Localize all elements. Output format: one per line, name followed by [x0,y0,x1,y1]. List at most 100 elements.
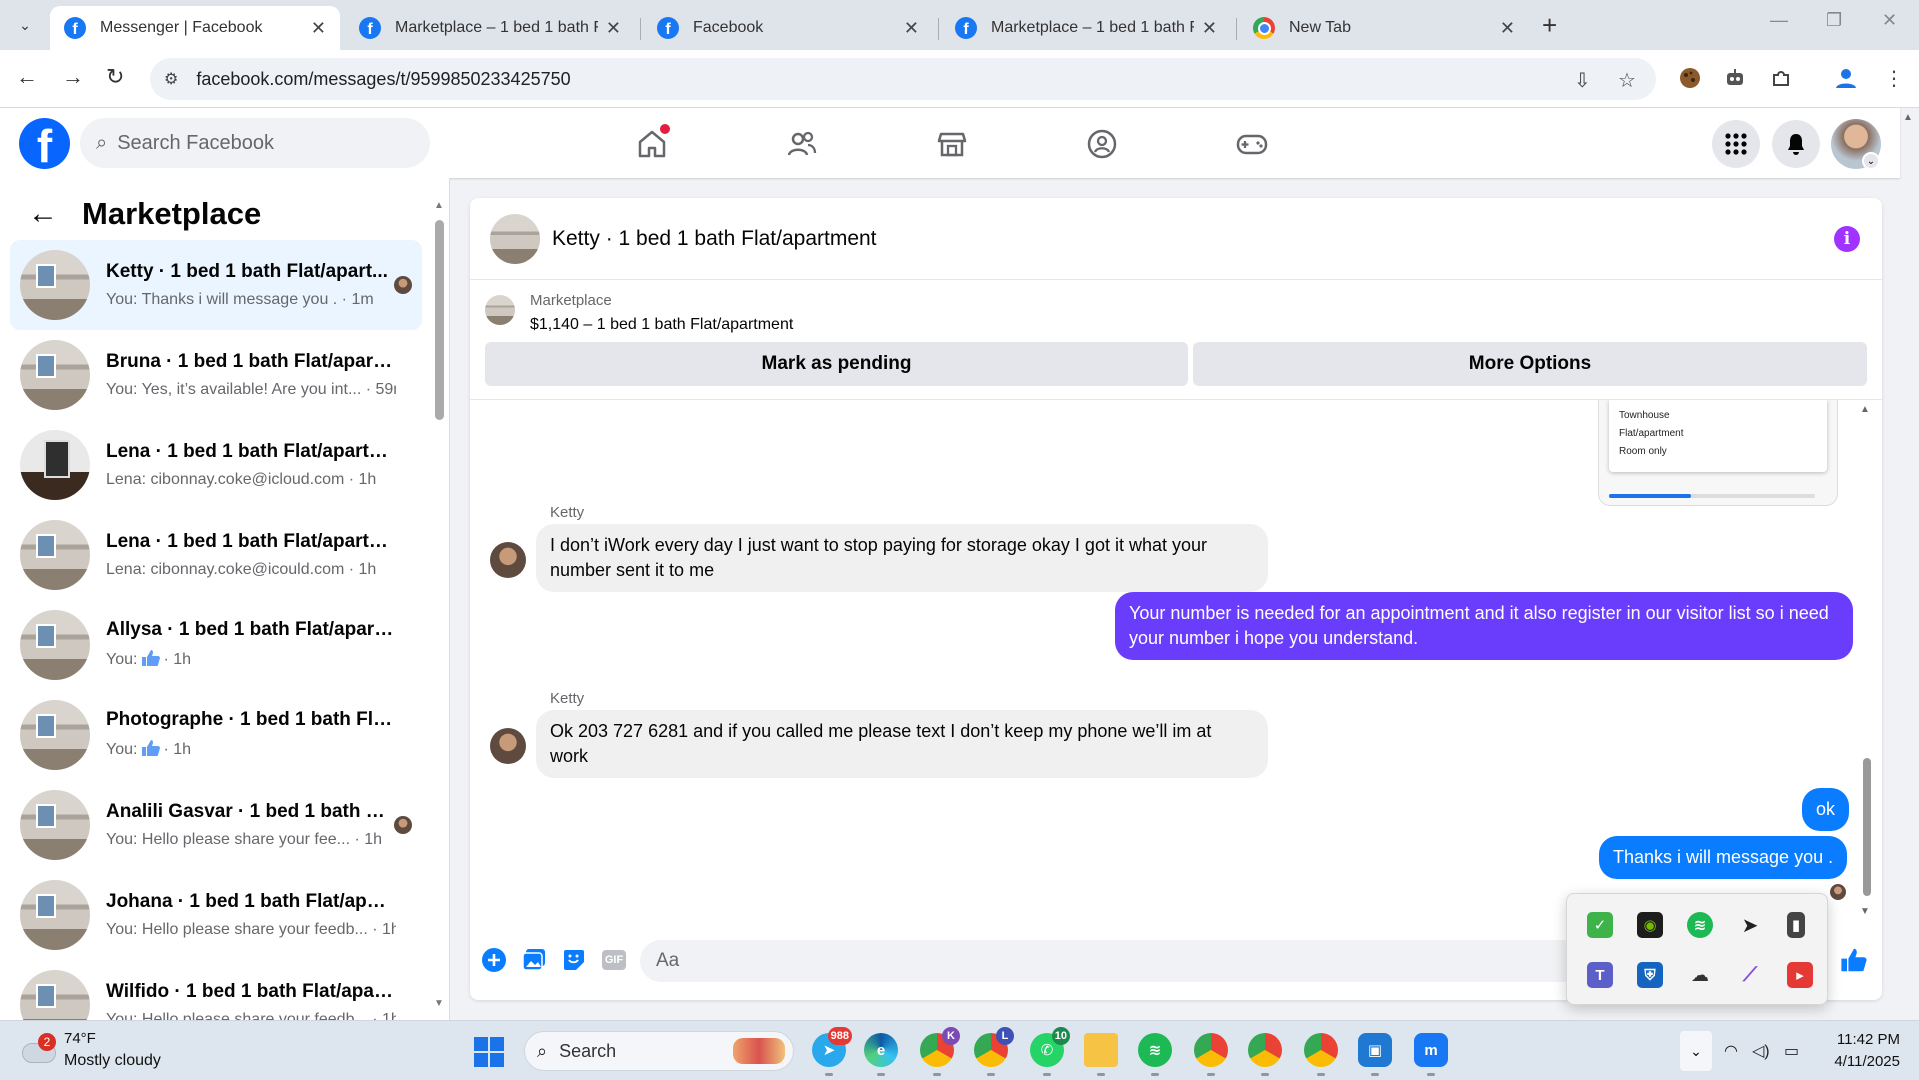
conversation-item[interactable]: Wilfido · 1 bed 1 bath Flat/apart... You… [10,960,422,1020]
conversation-item[interactable]: Ketty · 1 bed 1 bath Flat/apart... You: … [10,240,422,330]
weather-temp[interactable]: 74°F [64,1030,96,1047]
close-icon[interactable]: ✕ [1500,18,1515,39]
remote-desktop-icon[interactable]: ▣ [1358,1033,1392,1067]
clock-time[interactable]: 11:42 PM [1830,1031,1900,1048]
facebook-logo-icon[interactable]: f [19,118,70,169]
extensions-puzzle-icon[interactable] [1767,64,1795,92]
tab-facebook[interactable]: f Facebook ✕ [643,6,933,50]
conversation-item[interactable]: Bruna · 1 bed 1 bath Flat/apartm... You:… [10,330,422,420]
chat-title[interactable]: Ketty · 1 bed 1 bath Flat/apartment [552,227,877,251]
conversation-item[interactable]: Allysa · 1 bed 1 bath Flat/apartm... You… [10,600,422,690]
robot-extension-icon[interactable] [1721,64,1749,92]
pen-icon[interactable]: ⟋ [1737,962,1763,988]
address-bar[interactable]: ⚙ facebook.com/messages/t/95998502334257… [150,58,1656,100]
scrollbar-thumb[interactable] [435,220,444,420]
scroll-up-arrow[interactable]: ▲ [1860,404,1870,415]
photo-icon[interactable] [520,946,548,974]
message-bubble-outgoing[interactable]: Your number is needed for an appointment… [1115,592,1853,660]
tab-new-tab[interactable]: New Tab ✕ [1239,6,1529,50]
profile-icon[interactable] [1832,64,1860,92]
scrollbar-thumb[interactable] [1863,758,1871,896]
telegram-taskbar-icon[interactable]: ➤ 988 [812,1027,852,1067]
nav-friends[interactable] [782,124,822,164]
chevron-down-icon[interactable]: ⌄ [1862,152,1880,170]
defender-warning-icon[interactable]: ⛨ [1637,962,1663,988]
chrome-taskbar-icon[interactable] [1304,1033,1338,1067]
facebook-search[interactable]: ⌕ [80,118,430,168]
more-options-button[interactable]: More Options [1193,342,1867,386]
url-text[interactable]: facebook.com/messages/t/9599850233425750 [196,69,570,90]
forward-button[interactable]: → [62,64,84,90]
taskbar-search[interactable]: ⌕ Search [524,1031,794,1071]
volume-icon[interactable]: ◁) [1752,1041,1770,1061]
facebook-search-input[interactable] [117,131,398,155]
battery-icon[interactable]: ▭ [1784,1041,1799,1061]
scroll-down-arrow[interactable]: ▼ [434,998,444,1009]
minimize-button[interactable]: — [1770,10,1788,31]
message-bubble-outgoing[interactable]: ok [1802,788,1850,831]
conversation-item[interactable]: Lena · 1 bed 1 bath Flat/apartment Lena:… [10,510,422,600]
spotify-taskbar-icon[interactable]: ≋ [1138,1033,1172,1067]
sender-avatar[interactable] [490,542,526,578]
chrome-taskbar-icon[interactable] [1248,1033,1282,1067]
restore-button[interactable]: ❐ [1826,10,1842,31]
notifications-button[interactable] [1772,120,1820,168]
screen-record-icon[interactable]: ▸ [1787,962,1813,988]
nav-groups[interactable] [1082,124,1122,164]
shared-image-preview[interactable]: Townhouse Flat/apartment Room only [1598,400,1838,506]
menu-button[interactable] [1712,120,1760,168]
sender-avatar[interactable] [490,728,526,764]
kebab-menu-icon[interactable]: ⋮ [1880,64,1908,92]
weather-desc[interactable]: Mostly cloudy [64,1052,161,1070]
teams-icon[interactable]: T [1587,962,1613,988]
bookmark-star-icon[interactable]: ☆ [1618,68,1636,93]
windows-start-icon[interactable] [474,1037,504,1067]
nav-home[interactable] [632,124,672,164]
close-window-button[interactable]: ✕ [1882,10,1897,31]
plus-circle-icon[interactable] [480,946,508,974]
listing-price[interactable]: $1,140 – 1 bed 1 bath Flat/apartment [530,316,793,334]
page-scroll-up-arrow[interactable]: ▲ [1903,112,1913,123]
mark-as-pending-button[interactable]: Mark as pending [485,342,1188,386]
conversation-item[interactable]: Lena · 1 bed 1 bath Flat/apartment Lena:… [10,420,422,510]
reload-button[interactable]: ↻ [106,64,124,90]
message-bubble-outgoing[interactable]: Thanks i will message you . [1599,836,1848,879]
like-button[interactable] [1840,946,1868,974]
edge-taskbar-icon[interactable]: e [864,1033,898,1067]
usb-drive-icon[interactable]: ▮ [1787,912,1805,938]
arrow-left-icon[interactable]: ← [28,197,58,231]
chrome-taskbar-icon[interactable]: L [974,1027,1014,1067]
chat-avatar[interactable] [490,213,540,264]
nav-gaming[interactable] [1232,124,1272,164]
chrome-taskbar-icon[interactable] [1194,1033,1228,1067]
close-icon[interactable]: ✕ [904,18,919,39]
conversation-item[interactable]: Analili Gasvar · 1 bed 1 bath Fl... You:… [10,780,422,870]
scroll-down-arrow[interactable]: ▼ [1860,906,1870,917]
file-explorer-icon[interactable] [1084,1033,1118,1067]
wifi-icon[interactable]: ◠ [1724,1041,1738,1061]
info-icon[interactable]: i [1834,226,1860,252]
close-icon[interactable]: ✕ [606,18,621,39]
chrome-taskbar-icon[interactable]: K [920,1027,960,1067]
close-icon[interactable]: ✕ [1202,18,1217,39]
clock-date[interactable]: 4/11/2025 [1818,1053,1900,1070]
messenger-app-icon[interactable]: m [1414,1033,1448,1067]
back-button[interactable]: ← [16,64,38,90]
shield-check-icon[interactable]: ✓ [1587,912,1613,938]
onedrive-off-icon[interactable]: ☁ [1687,962,1713,988]
tab-messenger[interactable]: f Messenger | Facebook ✕ [50,6,340,50]
chat-scrollbar[interactable]: ▲ ▼ [1860,400,1874,922]
message-bubble-incoming[interactable]: Ok 203 727 6281 and if you called me ple… [536,710,1268,778]
cookie-extension-icon[interactable] [1676,64,1704,92]
spotify-icon[interactable]: ≋ [1687,912,1713,938]
tab-marketplace-1[interactable]: f Marketplace – 1 bed 1 bath Flat/apartm… [345,6,635,50]
install-app-icon[interactable]: ⇩ [1574,68,1591,93]
new-tab-button[interactable]: + [1542,10,1557,41]
message-bubble-incoming[interactable]: I don’t iWork every day I just want to s… [536,524,1268,592]
sidebar-scrollbar[interactable]: ▲ ▼ [434,198,444,1009]
nav-marketplace[interactable] [932,124,972,164]
whatsapp-taskbar-icon[interactable]: ✆ 10 [1030,1027,1070,1067]
scroll-up-arrow[interactable]: ▲ [434,200,444,211]
site-info-icon[interactable]: ⚙ [164,69,178,89]
tab-marketplace-2[interactable]: f Marketplace – 1 bed 1 bath Flat/apartm… [941,6,1231,50]
